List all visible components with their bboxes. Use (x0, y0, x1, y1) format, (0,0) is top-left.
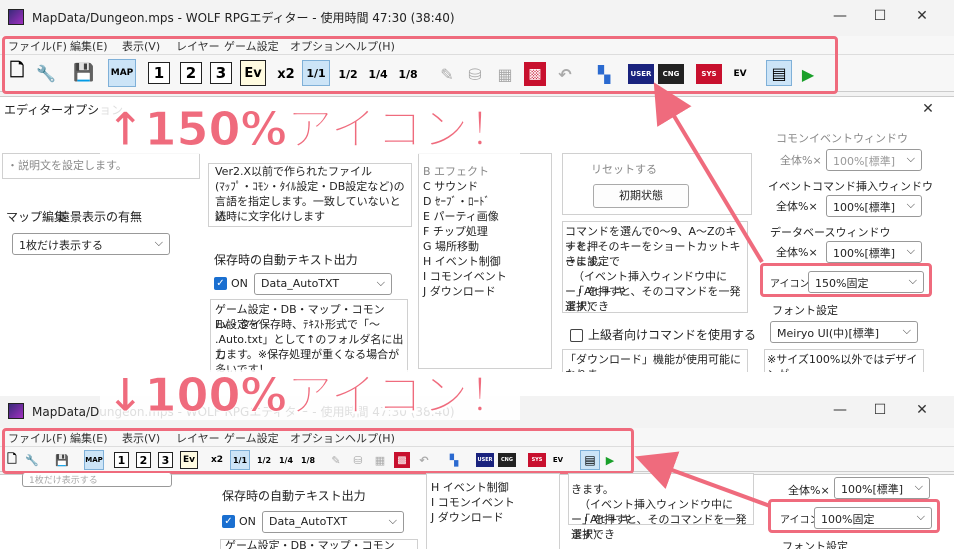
banner-150-percent: ↑150%アイコン！ (100, 104, 521, 154)
banner-100-percent: ↓100%アイコン！ (100, 370, 521, 420)
annotation-arrows (634, 82, 771, 508)
top-arrow-line (653, 82, 764, 264)
bottom-arrow-line (634, 451, 771, 508)
